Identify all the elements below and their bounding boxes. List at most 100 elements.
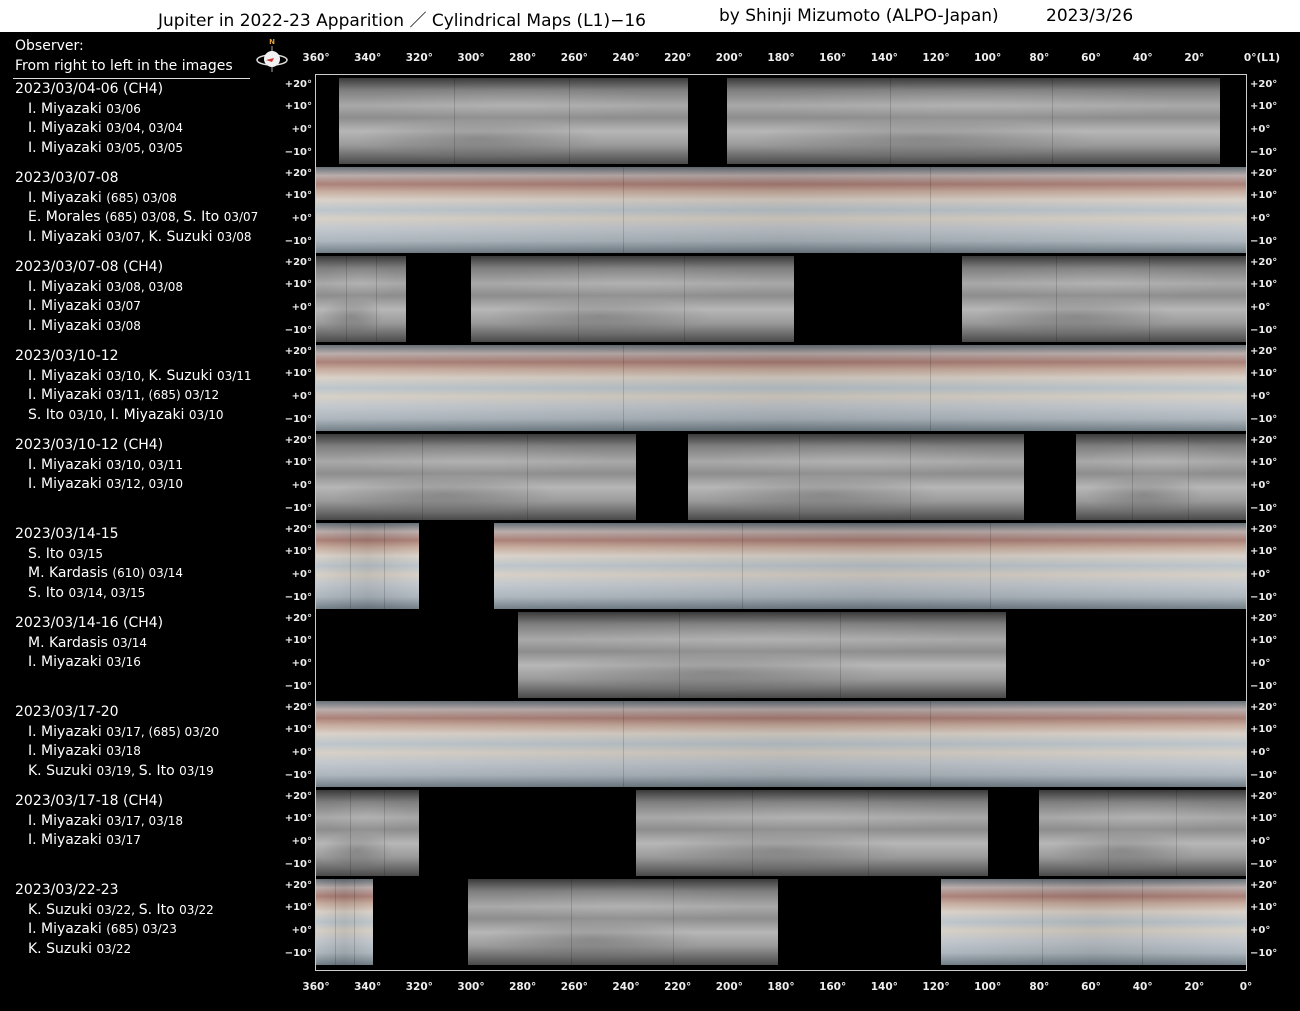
image-seam	[929, 167, 931, 253]
observer-name: S. Ito	[28, 545, 64, 562]
page-title: Jupiter in 2022-23 Apparition ／ Cylindri…	[158, 11, 646, 31]
longitude-tick-label: 360°	[302, 52, 330, 64]
image-seam	[1107, 790, 1109, 876]
cylindrical-map-strip	[316, 256, 1246, 342]
axis-line	[316, 74, 1246, 75]
latitude-tick-label: −10°	[284, 236, 312, 247]
observation-dates: 03/17	[106, 833, 141, 848]
latitude-tick-label: +20°	[1250, 791, 1278, 802]
observer-entry: I. Miyazaki 03/12, 03/10	[15, 475, 265, 495]
latitude-tick-label: −10°	[1250, 681, 1278, 692]
latitude-tick-label: −10°	[1250, 414, 1278, 425]
longitude-tick-label: 60°	[1081, 981, 1101, 993]
latitude-tick-label: +0°	[1250, 213, 1271, 224]
observer-entry: I. Miyazaki 03/10, 03/11	[15, 456, 265, 476]
observer-name: E. Morales	[28, 209, 101, 226]
latitude-tick-label: +0°	[291, 391, 312, 402]
divider	[13, 78, 250, 79]
latitude-tick-label: +20°	[284, 257, 312, 268]
longitude-tick-label: 240°	[612, 52, 640, 64]
latitude-tick-label: +10°	[1250, 902, 1278, 913]
observation-group: 2023/03/17-18 (CH4) I. Miyazaki 03/17, 03…	[15, 792, 265, 851]
cylindrical-map-strip	[316, 523, 1246, 609]
observation-dates: 03/22,	[96, 902, 139, 917]
observation-dates: 03/04, 03/04	[106, 121, 184, 136]
observer-name: I. Miyazaki	[28, 476, 102, 493]
observation-date: 2023/03/17-20	[15, 704, 119, 720]
image-seam	[868, 790, 870, 876]
observer-name: K. Suzuki	[148, 229, 213, 246]
longitude-tick-label: 180°	[767, 981, 795, 993]
longitude-tick-label: 180°	[767, 52, 795, 64]
image-seam	[742, 523, 744, 609]
map-image-segment	[316, 790, 420, 876]
observation-date: 2023/03/10-12	[15, 348, 119, 364]
latitude-tick-label: +10°	[1250, 813, 1278, 824]
observation-date: 2023/03/07-08	[15, 170, 119, 186]
observation-dates: 03/08	[106, 319, 141, 334]
latitude-tick-label: +0°	[291, 124, 312, 135]
image-seam	[622, 701, 624, 787]
observer-name: K. Suzuki	[28, 763, 93, 780]
publish-date: 2023/3/26	[1046, 6, 1134, 26]
observer-entry: I. Miyazaki 03/17, (685) 03/20	[15, 723, 265, 743]
latitude-tick-label: +20°	[1250, 880, 1278, 891]
observer-name: S. Ito	[138, 763, 175, 780]
observer-name: I. Miyazaki	[28, 812, 102, 829]
map-image-segment	[1075, 434, 1246, 520]
image-seam	[798, 434, 800, 520]
observer-entry: I. Miyazaki 03/07, K. Suzuki 03/08	[15, 228, 265, 248]
latitude-tick-label: +0°	[1250, 480, 1271, 491]
observer-entry: I. Miyazaki 03/17	[15, 831, 265, 851]
observer-entry: S. Ito 03/14, 03/15	[15, 584, 265, 604]
longitude-tick-label: 40°	[1132, 52, 1153, 64]
observer-name: I. Miyazaki	[28, 743, 102, 760]
observer-entry: I. Miyazaki 03/08, 03/08	[15, 278, 265, 298]
image-seam	[1055, 256, 1057, 342]
longitude-tick-label: 260°	[560, 52, 588, 64]
latitude-tick-label: +10°	[1250, 724, 1278, 735]
longitude-tick-label: 340°	[354, 981, 382, 993]
image-seam	[577, 256, 579, 342]
image-seam	[1052, 78, 1054, 164]
cylindrical-map-strip	[316, 612, 1246, 698]
map-image-segment	[316, 701, 1246, 787]
map-image-segment	[726, 78, 1221, 164]
observation-dates: (685) 03/08	[106, 190, 177, 205]
observer-entry: K. Suzuki 03/22, S. Ito 03/22	[15, 901, 265, 921]
latitude-tick-label: +20°	[284, 791, 312, 802]
observer-entry: M. Kardasis (610) 03/14	[15, 564, 265, 584]
latitude-tick-label: +20°	[1250, 346, 1278, 357]
observer-name: K. Suzuki	[28, 901, 93, 918]
observer-entry: I. Miyazaki (685) 03/23	[15, 920, 265, 940]
latitude-tick-label: +20°	[284, 524, 312, 535]
longitude-tick-label: 300°	[457, 981, 485, 993]
observation-dates: 03/10, 03/11	[106, 457, 184, 472]
latitude-tick-label: +20°	[1250, 435, 1278, 446]
observer-name: K. Suzuki	[148, 367, 213, 384]
longitude-tick-label: 80°	[1029, 52, 1050, 64]
longitude-tick-label: 120°	[922, 52, 950, 64]
latitude-tick-label: −10°	[1250, 948, 1278, 959]
image-seam	[350, 790, 352, 876]
observation-group: 2023/03/07-08 I. Miyazaki (685) 03/08 E. M…	[15, 169, 265, 248]
latitude-tick-label: +10°	[1250, 368, 1278, 379]
latitude-tick-label: +0°	[291, 569, 312, 580]
latitude-tick-label: +10°	[284, 724, 312, 735]
observation-dates: (685) 03/08,	[104, 210, 184, 225]
latitude-tick-label: +20°	[1250, 702, 1278, 713]
map-image-segment	[316, 879, 373, 965]
map-image-segment	[688, 434, 1024, 520]
latitude-tick-label: −10°	[284, 414, 312, 425]
longitude-tick-label: 0°	[1239, 981, 1253, 993]
latitude-tick-label: +0°	[1250, 391, 1271, 402]
latitude-tick-label: +20°	[284, 346, 312, 357]
image-seam	[889, 78, 891, 164]
longitude-tick-label: 220°	[664, 981, 692, 993]
observation-dates: (610) 03/14	[112, 566, 184, 581]
observation-dates: 03/18	[106, 744, 141, 759]
longitude-tick-label: 160°	[819, 981, 847, 993]
latitude-tick-label: −10°	[1250, 503, 1278, 514]
observation-dates: 03/11	[216, 368, 252, 383]
longitude-tick-label: 160°	[819, 52, 847, 64]
